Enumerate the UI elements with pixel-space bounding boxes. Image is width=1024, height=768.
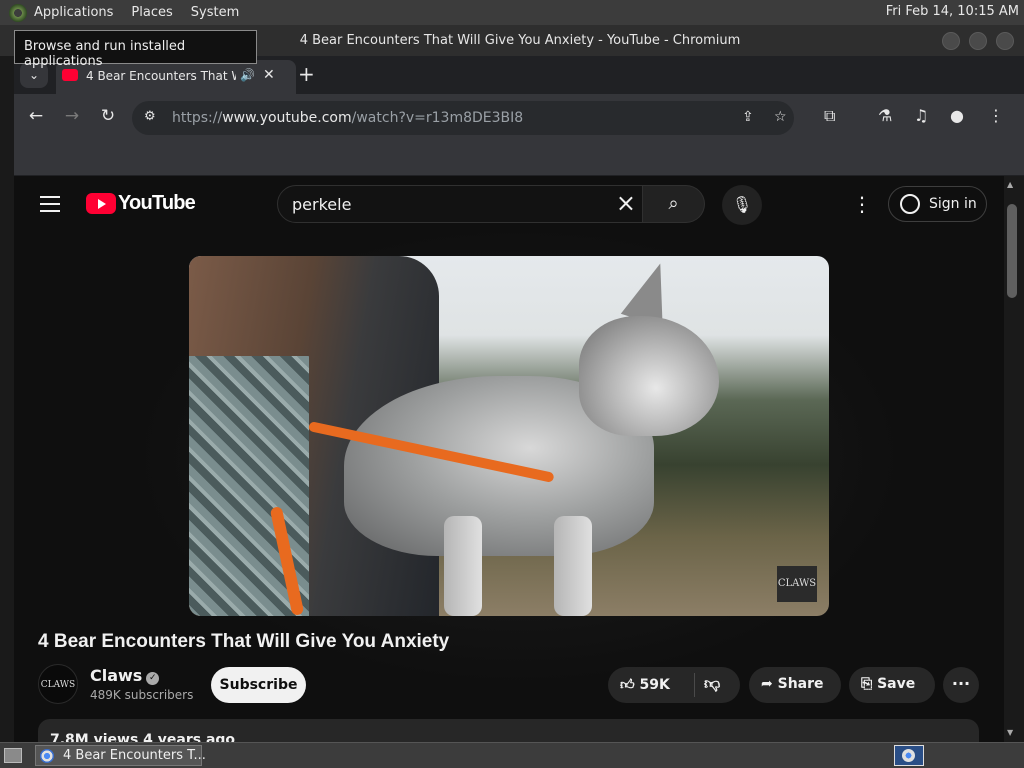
- url-host: www.youtube.com: [222, 110, 352, 126]
- audio-playing-icon[interactable]: 🔊: [240, 68, 255, 82]
- search-button[interactable]: ⌕: [643, 185, 705, 223]
- url-scheme: https://: [172, 110, 223, 126]
- view-count-date: 7.8M views 4 years ago: [50, 732, 236, 742]
- more-actions-button[interactable]: ···: [943, 667, 979, 703]
- page-scrollbar[interactable]: ▲ ▼: [1004, 176, 1024, 742]
- share-button[interactable]: ➦ Share: [749, 667, 841, 703]
- channel-name[interactable]: Claws ✓: [90, 666, 160, 685]
- back-button[interactable]: ←: [24, 106, 48, 126]
- like-count: 59K: [639, 677, 670, 693]
- window-title: 4 Bear Encounters That Will Give You Anx…: [299, 33, 741, 48]
- sign-in-label: Sign in: [929, 196, 977, 212]
- video-dog-leg: [554, 516, 592, 616]
- install-app-icon[interactable]: ⇪: [742, 109, 754, 125]
- applications-tooltip: Browse and run installed applications: [14, 30, 257, 69]
- thumbs-down-icon: 👎︎: [704, 674, 721, 693]
- show-desktop-icon[interactable]: [4, 748, 22, 763]
- profile-icon[interactable]: ●: [950, 106, 964, 125]
- youtube-play-icon: [86, 193, 116, 214]
- scroll-up-icon[interactable]: ▲: [1007, 180, 1013, 189]
- guide-menu-icon[interactable]: [40, 196, 60, 212]
- tab-title: 4 Bear Encounters That Will Give You Anx…: [86, 69, 236, 83]
- sign-in-button[interactable]: Sign in: [888, 186, 987, 222]
- browser-toolbar: ← → ↻ ⚙ https://www.youtube.com/watch?v=…: [14, 94, 1024, 142]
- taskbar-window-chromium[interactable]: 4 Bear Encounters T...: [35, 745, 206, 766]
- channel-watermark[interactable]: CLAWS: [777, 566, 817, 602]
- owner-row: CLAWS Claws ✓ 489K subscribers Subscribe …: [38, 664, 988, 708]
- voice-search-button[interactable]: 🎙: [722, 185, 762, 225]
- description-box[interactable]: 7.8M views 4 years ago: [38, 719, 979, 742]
- address-bar[interactable]: ⚙ https://www.youtube.com/watch?v=r13m8D…: [132, 101, 794, 135]
- bottom-taskbar: 4 Bear Encounters T...: [0, 742, 1024, 768]
- new-tab-button[interactable]: +: [298, 64, 315, 84]
- tab-close-icon[interactable]: ✕: [263, 67, 275, 83]
- video-dog-leg: [444, 516, 482, 616]
- search-query: perkele: [292, 195, 352, 214]
- scrollbar-thumb[interactable]: [1007, 204, 1017, 298]
- minimize-window-button[interactable]: [942, 32, 960, 50]
- bookmark-icon: ⎘: [861, 676, 873, 692]
- close-window-button[interactable]: [996, 32, 1014, 50]
- info-bar: [14, 142, 1024, 176]
- places-menu[interactable]: Places: [131, 5, 172, 20]
- system-menu[interactable]: System: [191, 5, 239, 20]
- site-info-icon[interactable]: ⚙: [144, 109, 156, 124]
- reload-button[interactable]: ↻: [96, 106, 120, 126]
- chromium-icon: [40, 749, 54, 763]
- thumbs-up-icon: 👍︎: [620, 677, 635, 693]
- verified-check-icon: ✓: [146, 672, 160, 685]
- forward-button[interactable]: →: [60, 106, 84, 126]
- taskbar-window-label: 4 Bear Encounters T...: [63, 748, 206, 763]
- panel-clock[interactable]: Fri Feb 14, 10:15 AM: [886, 4, 1019, 19]
- top-panel: Applications Places System Fri Feb 14, 1…: [0, 0, 1024, 25]
- url-path: /watch?v=r13m8DE3BI8: [351, 110, 524, 126]
- video-title: 4 Bear Encounters That Will Give You Anx…: [38, 631, 450, 652]
- browser-menu-icon[interactable]: ⋮: [988, 106, 1004, 125]
- workspace-switcher[interactable]: [894, 745, 924, 766]
- share-label: Share: [777, 676, 824, 692]
- youtube-page: YouTube perkele × ⌕ 🎙 ⋮ Sign in CLAWS 4: [14, 176, 1004, 742]
- subscribe-button[interactable]: Subscribe: [211, 667, 306, 703]
- bookmark-star-icon[interactable]: ☆: [774, 109, 787, 125]
- like-divider: [694, 673, 695, 697]
- youtube-favicon-icon: [62, 69, 78, 81]
- labs-flask-icon[interactable]: ⚗: [878, 106, 892, 125]
- youtube-wordmark: YouTube: [118, 192, 196, 214]
- like-dislike-group: 👍︎ 59K 👎︎: [608, 667, 740, 703]
- distro-logo-icon[interactable]: [9, 3, 27, 22]
- subscriber-count: 489K subscribers: [90, 688, 194, 702]
- search-icon: ⌕: [668, 193, 679, 214]
- account-icon: [900, 194, 920, 214]
- clear-search-icon[interactable]: ×: [616, 189, 636, 217]
- share-arrow-icon: ➦: [761, 676, 773, 692]
- applications-menu[interactable]: Applications: [34, 5, 113, 20]
- maximize-window-button[interactable]: [969, 32, 987, 50]
- save-label: Save: [877, 676, 916, 692]
- save-button[interactable]: ⎘ Save: [849, 667, 935, 703]
- extensions-icon[interactable]: ⧉: [824, 106, 835, 126]
- scroll-down-icon[interactable]: ▼: [1007, 728, 1013, 737]
- media-controls-icon[interactable]: ♫: [914, 106, 928, 125]
- video-player[interactable]: CLAWS: [189, 256, 829, 616]
- youtube-logo[interactable]: YouTube: [86, 192, 196, 215]
- channel-name-text: Claws: [90, 666, 143, 685]
- settings-more-icon[interactable]: ⋮: [852, 192, 872, 216]
- microphone-icon: 🎙: [731, 195, 753, 214]
- like-button[interactable]: 👍︎ 59K: [620, 676, 670, 693]
- chevron-down-icon: ⌄: [28, 68, 40, 82]
- dislike-button[interactable]: 👎︎: [704, 674, 720, 694]
- url-text[interactable]: https://www.youtube.com/watch?v=r13m8DE3…: [172, 110, 523, 126]
- channel-avatar[interactable]: CLAWS: [38, 664, 78, 704]
- search-input[interactable]: perkele ×: [277, 185, 643, 223]
